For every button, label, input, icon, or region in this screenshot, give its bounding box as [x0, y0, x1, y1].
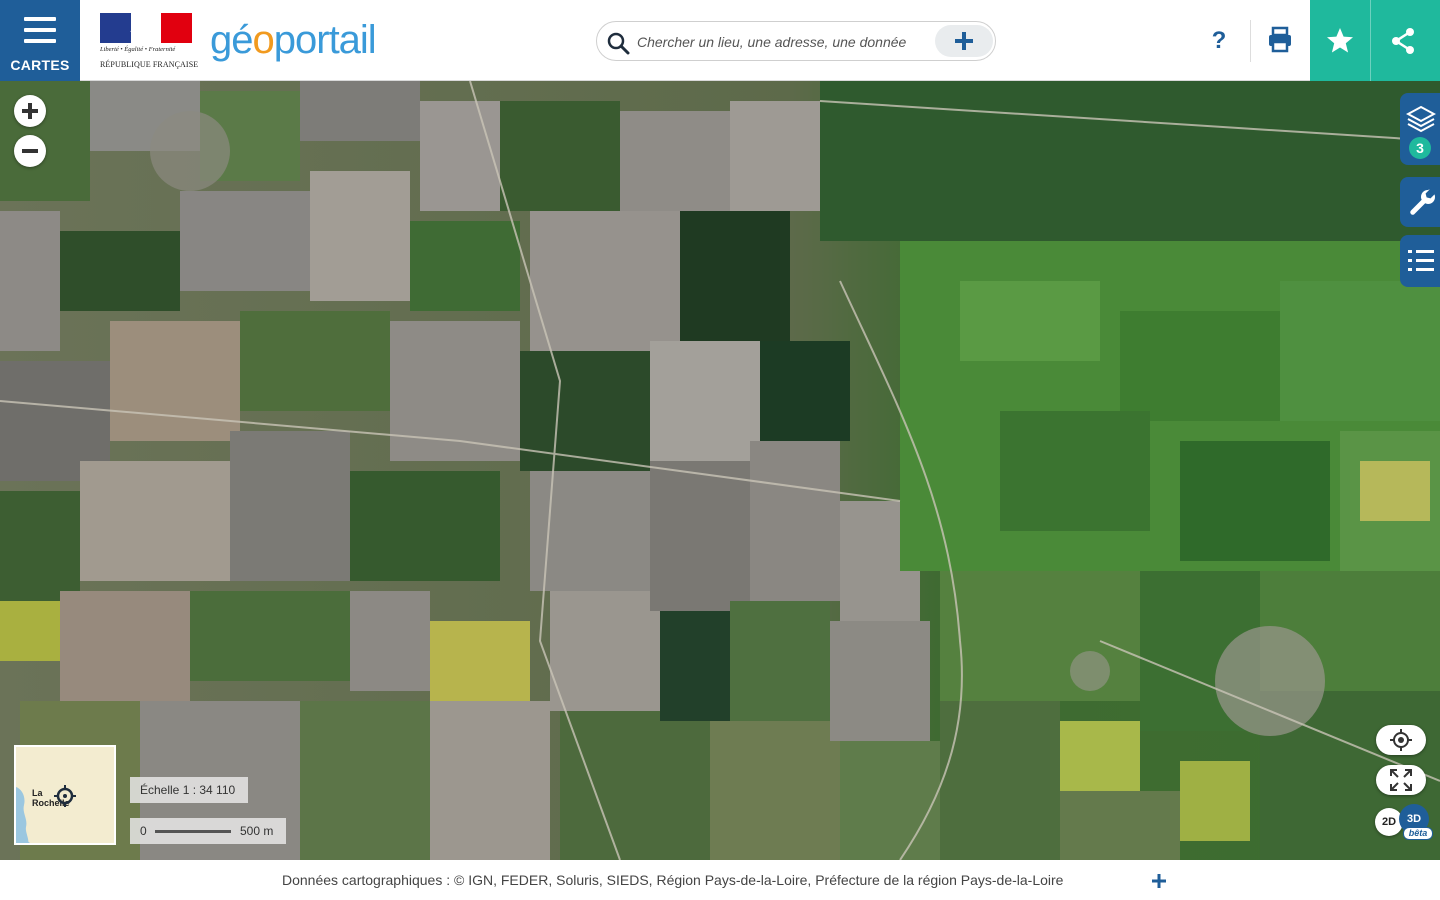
map-credits: Données cartographiques : © IGN, FEDER, … [282, 872, 1064, 888]
wrench-icon [1410, 189, 1435, 215]
search-advanced-button[interactable] [935, 25, 993, 57]
aerial-imagery[interactable] [0, 81, 1440, 860]
view-mode-toggle[interactable]: 2D 3D bêta [1375, 804, 1433, 840]
favorites-button[interactable] [1310, 0, 1370, 81]
geolocate-icon [1390, 729, 1412, 751]
print-button[interactable] [1258, 18, 1302, 62]
scale-bar-distance: 500 m [240, 824, 274, 838]
scale-bar-line [155, 830, 231, 833]
layers-icon [1406, 105, 1436, 133]
beta-badge: bêta [1403, 827, 1433, 840]
plus-icon [955, 32, 973, 50]
credits-expand-button[interactable] [1148, 870, 1170, 892]
cartes-menu-label: CARTES [10, 57, 70, 73]
zoom-out-icon [22, 149, 38, 153]
geolocate-button[interactable] [1376, 725, 1426, 755]
republique-francaise-logo: Liberté • Égalité • Fraternité RÉPUBLIQU… [100, 13, 199, 71]
republic-motto: Liberté • Égalité • Fraternité [100, 46, 176, 53]
search-input[interactable] [637, 30, 917, 54]
top-header: CARTES Liberté • Égalité • Fraternité RÉ… [0, 0, 1440, 81]
print-icon [1269, 26, 1291, 53]
fullscreen-icon [1390, 769, 1412, 791]
fullscreen-button[interactable] [1376, 765, 1426, 795]
plus-icon [1152, 874, 1166, 888]
geoportail-logo[interactable]: géoportail [210, 15, 377, 65]
header-separator [1250, 20, 1251, 62]
republic-name: RÉPUBLIQUE FRANÇAISE [100, 60, 199, 69]
cartes-menu-button[interactable]: CARTES [0, 0, 80, 81]
map-view[interactable]: 3 2D 3D bêta La Rochelle Échelle 1: 34 … [0, 81, 1440, 860]
tools-panel-tab[interactable] [1400, 177, 1440, 227]
star-icon [1327, 28, 1353, 53]
zoom-in-icon [22, 103, 38, 119]
target-icon [54, 785, 76, 807]
scale-ratio-label: Échelle 1 : 34 110 [130, 777, 248, 803]
overview-map[interactable]: La Rochelle [14, 745, 116, 845]
share-icon [1392, 28, 1414, 54]
search-box [596, 21, 996, 61]
legend-panel-tab[interactable] [1400, 235, 1440, 287]
layers-panel-tab[interactable]: 3 [1400, 93, 1440, 165]
attribution-footer: Données cartographiques : © IGN, FEDER, … [0, 860, 1440, 900]
menu-icon [24, 17, 56, 50]
help-button[interactable]: ? [1198, 22, 1240, 60]
layers-count-badge: 3 [1409, 137, 1431, 159]
zoom-in-button[interactable] [14, 95, 46, 127]
search-icon[interactable] [606, 31, 630, 55]
zoom-out-button[interactable] [14, 135, 46, 167]
scale-bar-zero: 0 [140, 824, 147, 838]
share-button[interactable] [1370, 0, 1440, 81]
scale-bar: 0 500 m [130, 818, 286, 844]
marianne-icon [130, 17, 156, 40]
legend-list-icon [1408, 250, 1434, 271]
